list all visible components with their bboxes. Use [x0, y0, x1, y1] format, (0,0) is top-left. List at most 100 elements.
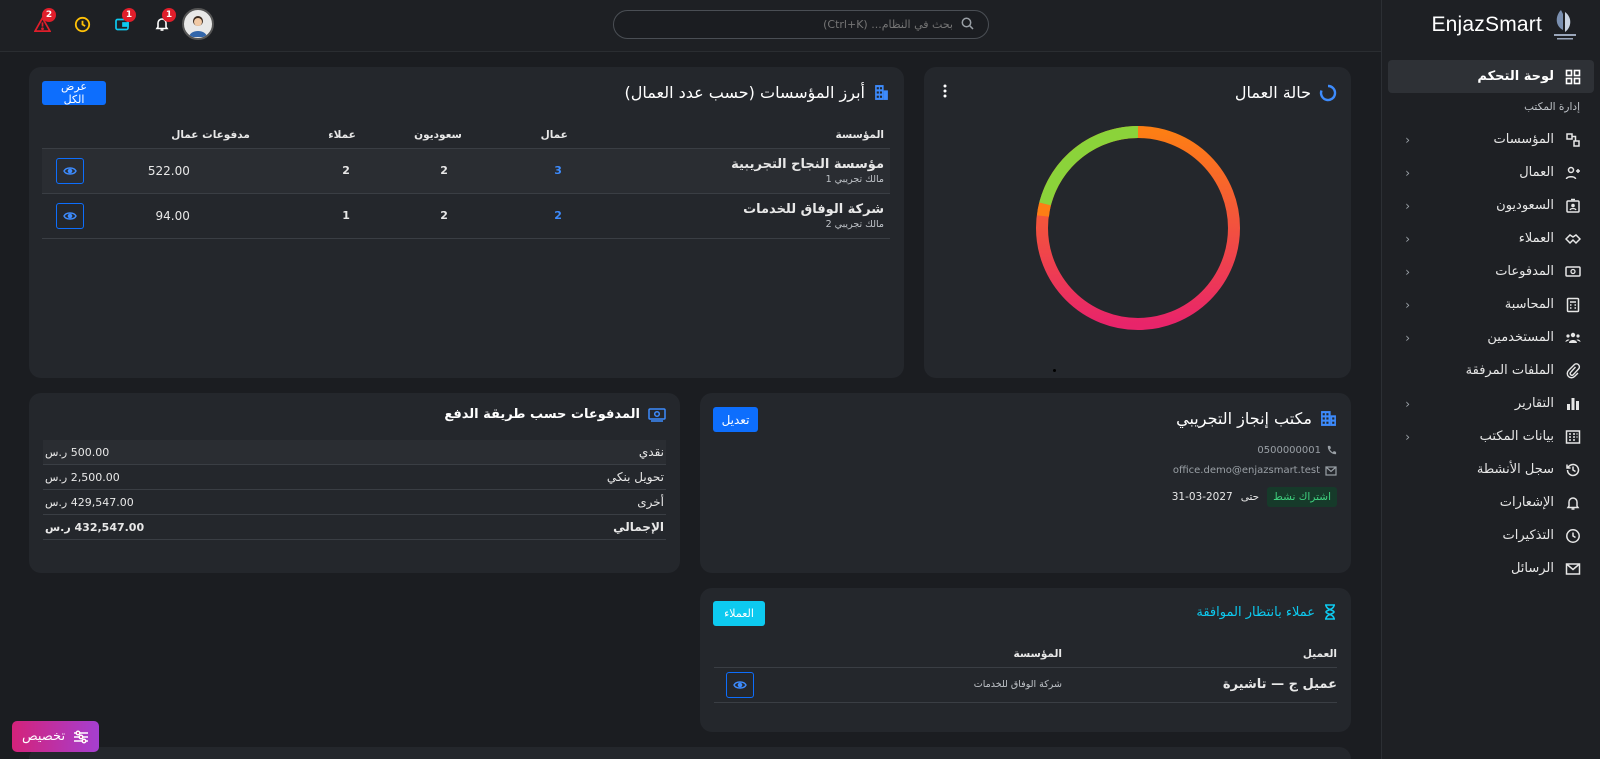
- eye-icon: [62, 211, 77, 220]
- office-phone: 0500000001: [1257, 445, 1337, 456]
- notifications-button[interactable]: 1: [142, 8, 182, 40]
- chevron-left-icon: ‹: [1405, 330, 1410, 345]
- pending-clients-title: عملاء بانتظار الموافقة: [1196, 604, 1337, 620]
- subscription-until-label: حتى: [1240, 491, 1260, 503]
- alerts-button[interactable]: 2: [22, 8, 62, 40]
- sidebar-item-label: الإشعارات: [1499, 495, 1554, 510]
- sidebar: EnjazSmart لوحة التحكم إدارة المكتب المؤ…: [1381, 0, 1600, 759]
- org-saudis-count: 2: [440, 209, 448, 222]
- sidebar-item-id-badge[interactable]: السعوديون ‹: [1388, 189, 1594, 222]
- reminders-button[interactable]: [62, 8, 102, 40]
- sidebar-item-clock[interactable]: التذكيرات: [1388, 519, 1594, 552]
- sidebar-item-dashboard[interactable]: لوحة التحكم: [1388, 60, 1594, 93]
- topbar: 1 1 2: [0, 0, 1381, 52]
- chevron-left-icon: ‹: [1405, 165, 1410, 180]
- donut-segment-green: [1039, 126, 1139, 206]
- view-all-button[interactable]: عرض الكل: [42, 80, 106, 106]
- sidebar-item-organization[interactable]: المؤسسات ‹: [1388, 123, 1594, 156]
- building-icon: [875, 85, 888, 100]
- sidebar-item-label: لوحة التحكم: [1477, 69, 1554, 84]
- alerts-badge: 2: [42, 8, 56, 22]
- customize-button[interactable]: تخصيص: [12, 721, 99, 752]
- sidebar-item-handshake[interactable]: العملاء ‹: [1388, 222, 1594, 255]
- workers-icon: [1564, 164, 1582, 182]
- sidebar-section-title: إدارة المكتب: [1524, 101, 1580, 113]
- sidebar-nav: لوحة التحكم إدارة المكتب المؤسسات ‹ العمال…: [1382, 50, 1600, 585]
- money-icon: [1564, 263, 1582, 281]
- payments-by-method-list: نقدي 500.00 ر.س تحويل بنكي 2,500.00 ر.س أخرى…: [43, 440, 666, 540]
- wallet-button[interactable]: 1: [102, 8, 142, 40]
- money-icon: [648, 407, 666, 422]
- building-icon: [1564, 428, 1582, 446]
- phone-icon: [1327, 445, 1337, 455]
- sidebar-item-bell[interactable]: الإشعارات: [1388, 486, 1594, 519]
- table-row[interactable]: عميل ج — تاشيرة شركة الوفاق للخدمات: [714, 667, 1337, 702]
- sidebar-item-label: المدفوعات: [1495, 264, 1554, 279]
- more-menu-icon[interactable]: [942, 83, 948, 103]
- history-icon: [1564, 461, 1582, 479]
- subscription-until-date: 31-03-2027: [1171, 491, 1233, 503]
- bottom-card: [29, 747, 1351, 759]
- clients-button[interactable]: العملاء: [713, 601, 765, 626]
- list-item: تحويل بنكي 2,500.00 ر.س: [43, 465, 666, 490]
- sidebar-item-mail[interactable]: الرسائل: [1388, 552, 1594, 585]
- sidebar-item-calculator[interactable]: المحاسبة ‹: [1388, 288, 1594, 321]
- chevron-left-icon: ‹: [1405, 132, 1410, 147]
- table-row[interactable]: شركة الوفاق للخدمات مالك تجريبي 2 2 2 1 94.00: [42, 193, 890, 238]
- payments-total-value: 432,547.00 ر.س: [45, 520, 145, 534]
- chevron-left-icon: ‹: [1405, 297, 1410, 312]
- org-owner: مالك تجريبي 2: [825, 218, 884, 230]
- org-name: مؤسسة النجاح التجريبية: [731, 156, 884, 172]
- client-organization: شركة الوفاق للخدمات: [973, 679, 1062, 690]
- payments-by-method-card: المدفوعات حسب طريقة الدفع نقدي 500.00 ر.س…: [29, 393, 680, 573]
- sidebar-item-paperclip[interactable]: الملفات المرفقة: [1388, 354, 1594, 387]
- org-clients-count: 1: [342, 209, 350, 222]
- pending-clients-table: العميل المؤسسة عميل ج — تاشيرة شركة الوف…: [714, 641, 1337, 703]
- payments-by-method-title: المدفوعات حسب طريقة الدفع: [444, 407, 666, 422]
- chevron-left-icon: ‹: [1405, 198, 1410, 213]
- subscription-status-badge: اشتراك نشط: [1267, 487, 1337, 507]
- org-workers-count[interactable]: 2: [462, 193, 568, 238]
- sidebar-item-bar-chart[interactable]: التقارير ‹: [1388, 387, 1594, 420]
- chart-dot: [1053, 369, 1056, 372]
- sidebar-item-label: المحاسبة: [1504, 297, 1554, 312]
- sidebar-item-users[interactable]: المستخدمين ‹: [1388, 321, 1594, 354]
- org-saudis-count: 2: [440, 164, 448, 177]
- col-worker-payments: مدفوعات عمال: [171, 128, 250, 141]
- edit-office-button[interactable]: تعديل: [713, 407, 758, 432]
- org-name: شركة الوفاق للخدمات: [743, 201, 884, 217]
- org-worker-payments: 94.00: [155, 208, 190, 223]
- office-building-icon: [1321, 411, 1336, 426]
- search-box[interactable]: [613, 10, 989, 39]
- sidebar-item-history[interactable]: سجل الأنشطة: [1388, 453, 1594, 486]
- payments-total-row: الإجمالي 432,547.00 ر.س: [43, 515, 666, 540]
- calculator-icon: [1564, 296, 1582, 314]
- brand[interactable]: EnjazSmart: [1382, 0, 1600, 50]
- brand-name: EnjazSmart: [1431, 13, 1542, 36]
- sidebar-item-label: العمال: [1519, 165, 1554, 180]
- org-workers-count[interactable]: 3: [462, 148, 568, 193]
- org-worker-payments: 522.00: [147, 163, 190, 178]
- avatar[interactable]: [182, 8, 214, 40]
- sidebar-item-label: المستخدمين: [1487, 330, 1554, 345]
- table-row[interactable]: مؤسسة النجاح التجريبية مالك تجريبي 1 3 2 2 52…: [42, 148, 890, 193]
- handshake-icon: [1564, 230, 1582, 248]
- search-input[interactable]: [628, 18, 953, 31]
- topbar-icons: 1 1 2: [22, 8, 214, 40]
- wallet-badge: 1: [122, 8, 136, 22]
- top-organizations-card: أبرز المؤسسات (حسب عدد العمال) عرض الكل …: [29, 67, 904, 378]
- sidebar-item-workers[interactable]: العمال ‹: [1388, 156, 1594, 189]
- col-organization: المؤسسة: [1013, 647, 1062, 660]
- sidebar-item-money[interactable]: المدفوعات ‹: [1388, 255, 1594, 288]
- sidebar-item-label: المؤسسات: [1493, 132, 1555, 147]
- sidebar-item-label: الملفات المرفقة: [1465, 363, 1554, 378]
- sidebar-item-label: سجل الأنشطة: [1476, 462, 1554, 477]
- col-client: العميل: [1302, 647, 1337, 660]
- view-client-button[interactable]: [726, 671, 754, 698]
- view-organization-button[interactable]: [55, 157, 84, 184]
- sidebar-item-building[interactable]: بيانات المكتب ‹: [1388, 420, 1594, 453]
- sliders-icon: [74, 729, 89, 744]
- office-subscription: اشتراك نشط حتى 31-03-2027: [1172, 487, 1337, 507]
- bell-icon: [1564, 494, 1582, 512]
- view-organization-button[interactable]: [55, 202, 84, 229]
